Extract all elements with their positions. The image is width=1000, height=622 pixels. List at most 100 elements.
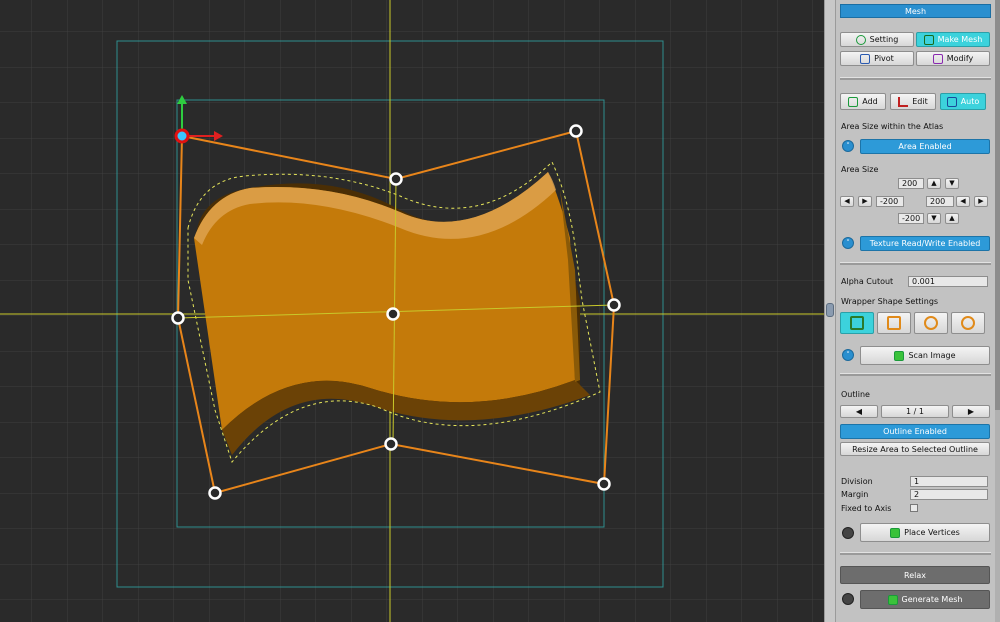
splitter-handle[interactable] bbox=[826, 303, 834, 317]
modify-icon bbox=[932, 53, 943, 64]
generate-mesh-button[interactable]: Generate Mesh bbox=[860, 590, 990, 609]
fixed-to-axis-label: Fixed to Axis bbox=[841, 504, 892, 513]
circle-dense-shape-icon bbox=[961, 316, 975, 330]
margin-label: Margin bbox=[841, 490, 869, 499]
alpha-cutout-label: Alpha Cutout bbox=[841, 277, 894, 286]
chevron-down-icon[interactable]: ˅ bbox=[842, 349, 854, 361]
outline-prev-button[interactable]: ◀ bbox=[840, 405, 878, 418]
mesh-settings-panel: Mesh Setting Make Mesh Pivot Modify Add … bbox=[836, 0, 1000, 622]
divider bbox=[840, 77, 991, 80]
tab-setting-label: Setting bbox=[869, 35, 899, 44]
texture-read-write-button[interactable]: Texture Read/Write Enabled bbox=[860, 236, 990, 251]
outline-enabled-label: Outline Enabled bbox=[883, 427, 947, 436]
area-left-inc-button[interactable]: ▶ bbox=[858, 196, 872, 207]
area-right-dec-button[interactable]: ◀ bbox=[956, 196, 970, 207]
area-left-dec-button[interactable]: ◀ bbox=[840, 196, 854, 207]
generate-mesh-icon bbox=[887, 594, 898, 605]
circle-shape-icon bbox=[924, 316, 938, 330]
area-bottom-up-button[interactable]: ▲ bbox=[945, 213, 959, 224]
panel-scrollbar[interactable] bbox=[995, 0, 1000, 622]
area-top-down-button[interactable]: ▼ bbox=[945, 178, 959, 189]
wrapper-shape-rect-button[interactable] bbox=[840, 312, 874, 334]
area-left-field[interactable]: -200 bbox=[876, 196, 904, 207]
resize-area-label: Resize Area to Selected Outline bbox=[852, 444, 978, 454]
edit-mode-label: Edit bbox=[912, 97, 928, 106]
tab-make-mesh[interactable]: Make Mesh bbox=[916, 32, 990, 47]
resize-area-button[interactable]: Resize Area to Selected Outline bbox=[840, 442, 990, 456]
panel-splitter[interactable] bbox=[824, 0, 836, 622]
setting-icon bbox=[855, 34, 866, 45]
area-right-field[interactable]: 200 bbox=[926, 196, 954, 207]
area-bottom-field[interactable]: -200 bbox=[898, 213, 924, 224]
tab-pivot[interactable]: Pivot bbox=[840, 51, 914, 66]
scan-image-label: Scan Image bbox=[908, 351, 956, 360]
place-vertices-label: Place Vertices bbox=[904, 528, 960, 537]
scan-image-icon bbox=[894, 350, 905, 361]
vertex-handle[interactable] bbox=[208, 486, 222, 500]
generate-mesh-label: Generate Mesh bbox=[901, 595, 963, 604]
margin-field[interactable]: 2 bbox=[910, 489, 988, 500]
vertex-handle[interactable] bbox=[597, 477, 611, 491]
vertex-handle[interactable] bbox=[386, 307, 400, 321]
status-dot-icon bbox=[842, 527, 854, 539]
vertex-handle[interactable] bbox=[171, 311, 185, 325]
outline-enabled-button[interactable]: Outline Enabled bbox=[840, 424, 990, 439]
auto-mesh-icon bbox=[946, 96, 957, 107]
auto-mode-label: Auto bbox=[960, 97, 980, 106]
place-vertices-button[interactable]: Place Vertices bbox=[860, 523, 990, 542]
selected-vertex-handle[interactable] bbox=[174, 128, 190, 144]
rect-shape-icon bbox=[850, 316, 864, 330]
add-mode-button[interactable]: Add bbox=[840, 93, 886, 110]
pivot-icon bbox=[860, 53, 871, 64]
rect-dense-shape-icon bbox=[887, 316, 901, 330]
wrapper-shape-rect-dense-button[interactable] bbox=[877, 312, 911, 334]
auto-mode-button[interactable]: Auto bbox=[940, 93, 986, 110]
wrapper-shape-circle-button[interactable] bbox=[914, 312, 948, 334]
outline-page: 1 / 1 bbox=[881, 405, 949, 418]
relax-label: Relax bbox=[904, 570, 926, 580]
tab-pivot-label: Pivot bbox=[874, 54, 894, 63]
divider bbox=[840, 373, 991, 376]
outline-next-button[interactable]: ▶ bbox=[952, 405, 990, 418]
chevron-down-icon[interactable]: ˅ bbox=[842, 140, 854, 152]
tab-make-mesh-label: Make Mesh bbox=[937, 35, 983, 44]
vertex-handle[interactable] bbox=[389, 172, 403, 186]
texture-read-write-label: Texture Read/Write Enabled bbox=[869, 239, 981, 248]
division-label: Division bbox=[841, 477, 873, 486]
area-size-label: Area Size bbox=[841, 165, 879, 174]
area-enabled-button[interactable]: Area Enabled bbox=[860, 139, 990, 154]
wrapper-shape-circle-dense-button[interactable] bbox=[951, 312, 985, 334]
add-mode-label: Add bbox=[862, 97, 878, 106]
edit-vertex-icon bbox=[898, 96, 909, 107]
tab-modify[interactable]: Modify bbox=[916, 51, 990, 66]
outline-label: Outline bbox=[841, 390, 870, 399]
edit-mode-button[interactable]: Edit bbox=[890, 93, 936, 110]
divider bbox=[840, 262, 991, 265]
relax-button[interactable]: Relax bbox=[840, 566, 990, 584]
panel-title: Mesh bbox=[840, 4, 991, 18]
vertex-handle[interactable] bbox=[384, 437, 398, 451]
area-bottom-down-button[interactable]: ▼ bbox=[927, 213, 941, 224]
area-top-up-button[interactable]: ▲ bbox=[927, 178, 941, 189]
place-vertices-icon bbox=[890, 527, 901, 538]
viewport-canvas[interactable] bbox=[0, 0, 824, 622]
area-size-within-atlas-label: Area Size within the Atlas bbox=[841, 122, 944, 131]
tab-modify-label: Modify bbox=[946, 54, 974, 63]
division-field[interactable]: 1 bbox=[910, 476, 988, 487]
chevron-down-icon[interactable]: ˅ bbox=[842, 237, 854, 249]
area-enabled-label: Area Enabled bbox=[898, 142, 952, 151]
area-right-inc-button[interactable]: ▶ bbox=[974, 196, 988, 207]
tab-setting[interactable]: Setting bbox=[840, 32, 914, 47]
alpha-cutout-field[interactable]: 0.001 bbox=[908, 276, 988, 287]
status-dot-icon bbox=[842, 593, 854, 605]
vertex-handle[interactable] bbox=[607, 298, 621, 312]
area-top-field[interactable]: 200 bbox=[898, 178, 924, 189]
mesh-editor-viewport[interactable] bbox=[0, 0, 824, 622]
add-vertex-icon bbox=[848, 96, 859, 107]
scan-image-button[interactable]: Scan Image bbox=[860, 346, 990, 365]
divider bbox=[840, 552, 991, 555]
fixed-to-axis-checkbox[interactable] bbox=[910, 504, 918, 512]
wrapper-shape-settings-label: Wrapper Shape Settings bbox=[841, 297, 939, 306]
scrollbar-thumb[interactable] bbox=[995, 0, 1000, 410]
vertex-handle[interactable] bbox=[569, 124, 583, 138]
